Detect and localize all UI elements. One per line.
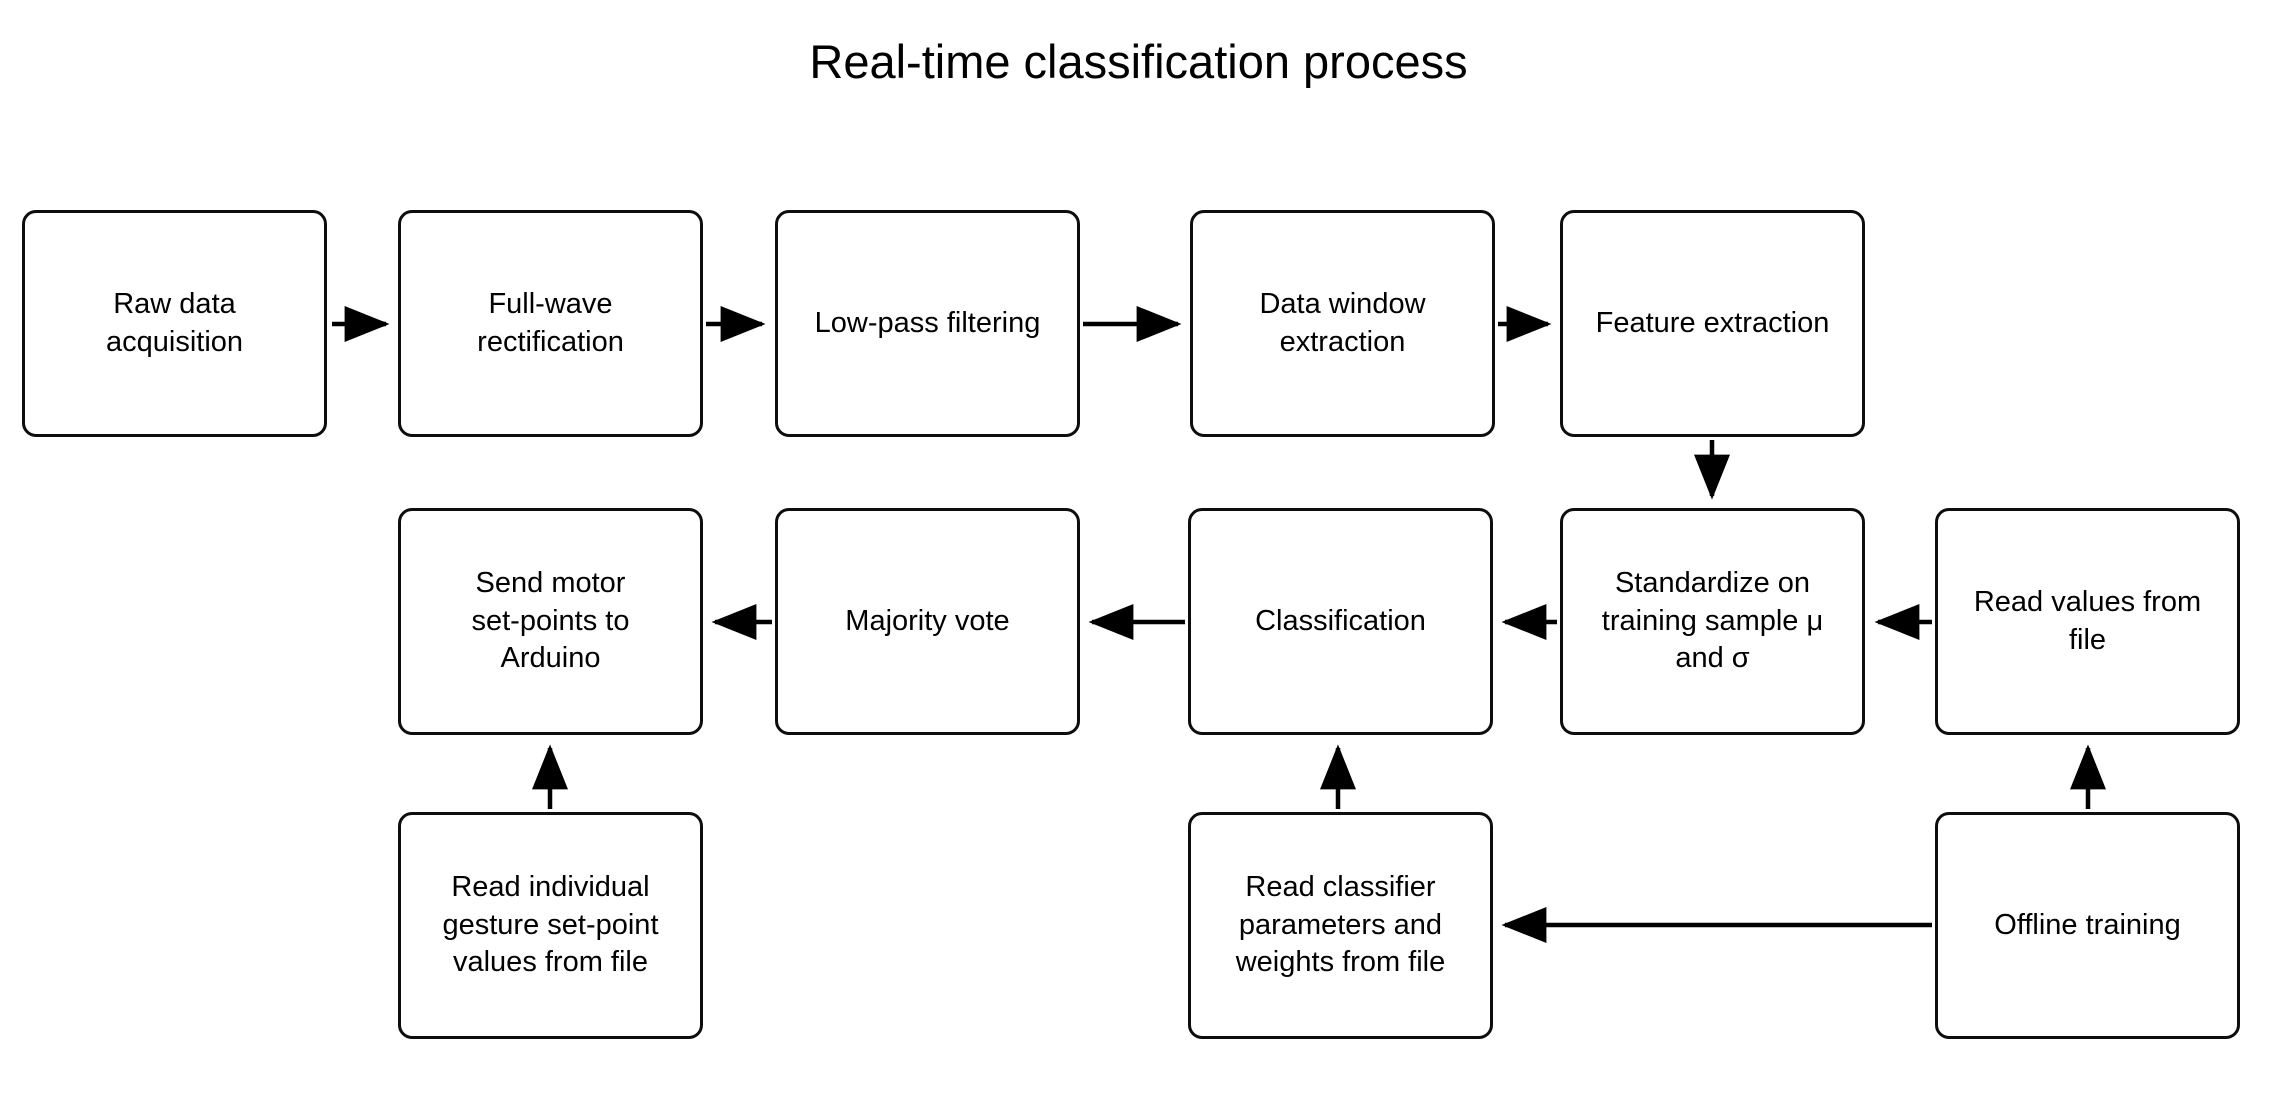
flowchart-canvas: Real-time classification process Raw dat… <box>0 0 2277 1097</box>
node-read-values-from-file[interactable]: Read values from file <box>1935 508 2240 735</box>
node-send-motor-set-points[interactable]: Send motor set-points to Arduino <box>398 508 703 735</box>
node-feature-extraction[interactable]: Feature extraction <box>1560 210 1865 437</box>
node-data-window-extraction[interactable]: Data window extraction <box>1190 210 1495 437</box>
node-low-pass-filtering[interactable]: Low-pass filtering <box>775 210 1080 437</box>
node-read-gesture-set-points[interactable]: Read individual gesture set-point values… <box>398 812 703 1039</box>
node-raw-data-acquisition[interactable]: Raw data acquisition <box>22 210 327 437</box>
node-offline-training[interactable]: Offline training <box>1935 812 2240 1039</box>
node-read-classifier-parameters[interactable]: Read classifier parameters and weights f… <box>1188 812 1493 1039</box>
node-classification[interactable]: Classification <box>1188 508 1493 735</box>
node-full-wave-rectification[interactable]: Full-wave rectification <box>398 210 703 437</box>
node-majority-vote[interactable]: Majority vote <box>775 508 1080 735</box>
node-standardize[interactable]: Standardize on training sample μ and σ <box>1560 508 1865 735</box>
